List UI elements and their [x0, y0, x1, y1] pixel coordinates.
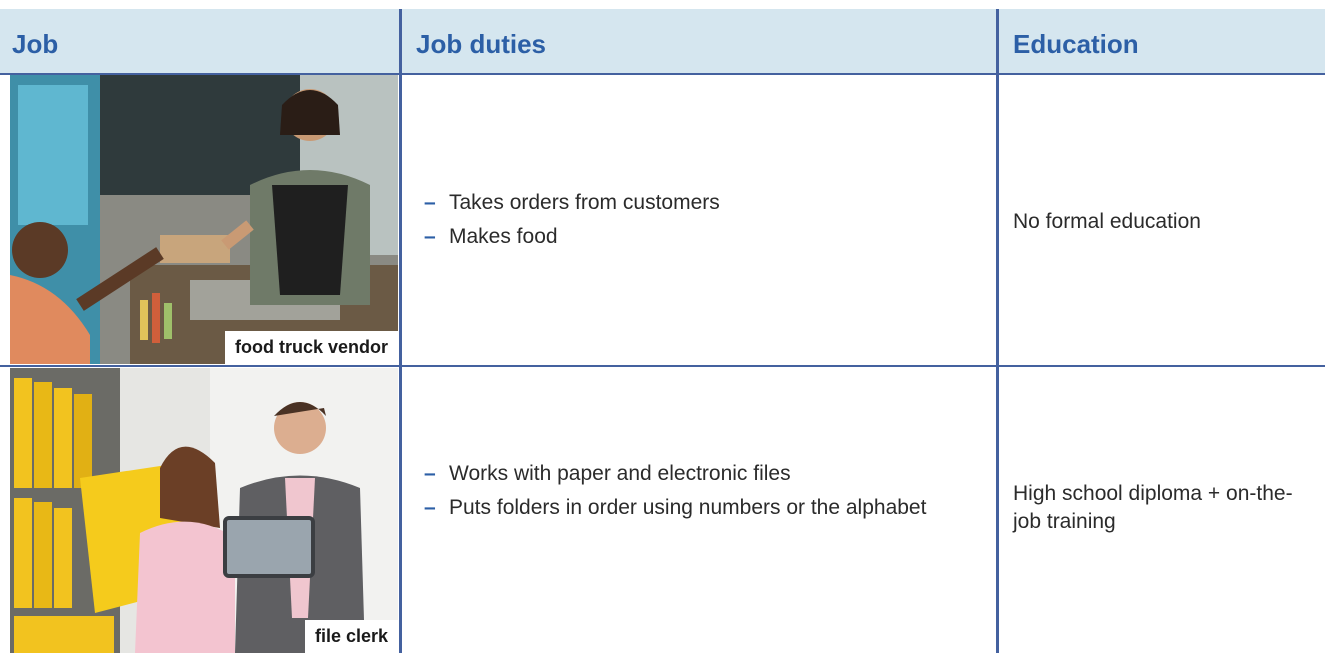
row-divider — [0, 365, 1325, 367]
list-item: – Takes orders from customers — [424, 188, 944, 218]
bullet-dash-icon: – — [424, 191, 436, 214]
list-item: – Works with paper and electronic files — [424, 459, 944, 489]
duty-text: Makes food — [449, 225, 558, 248]
bullet-dash-icon: – — [424, 496, 436, 519]
duty-text: Works with paper and electronic files — [449, 462, 791, 485]
column-header-job: Job — [12, 29, 59, 59]
job-duties-list: – Works with paper and electronic files … — [424, 459, 944, 527]
education-requirement: No formal education — [1013, 210, 1201, 233]
table-header: Job Job duties Education — [0, 9, 1325, 74]
education-requirement: High school diploma + on-the-job trainin… — [1013, 482, 1293, 533]
column-header-job-duties: Job duties — [416, 29, 547, 59]
column-divider — [996, 9, 999, 653]
column-header-education: Education — [1013, 29, 1139, 59]
job-caption: file clerk — [304, 620, 398, 653]
column-divider — [399, 9, 402, 653]
duty-text: Puts folders in order using numbers or t… — [449, 496, 927, 519]
duty-text: Takes orders from customers — [449, 191, 720, 214]
food-truck-vendor-photo: food truck vendor — [10, 75, 398, 364]
bullet-dash-icon: – — [424, 225, 436, 248]
list-item: – Puts folders in order using numbers or… — [424, 493, 944, 523]
job-caption: food truck vendor — [224, 331, 398, 364]
bullet-dash-icon: – — [424, 462, 436, 485]
job-duties-list: – Takes orders from customers – Makes fo… — [424, 188, 944, 256]
file-clerk-photo: file clerk — [10, 368, 398, 653]
list-item: – Makes food — [424, 222, 944, 252]
